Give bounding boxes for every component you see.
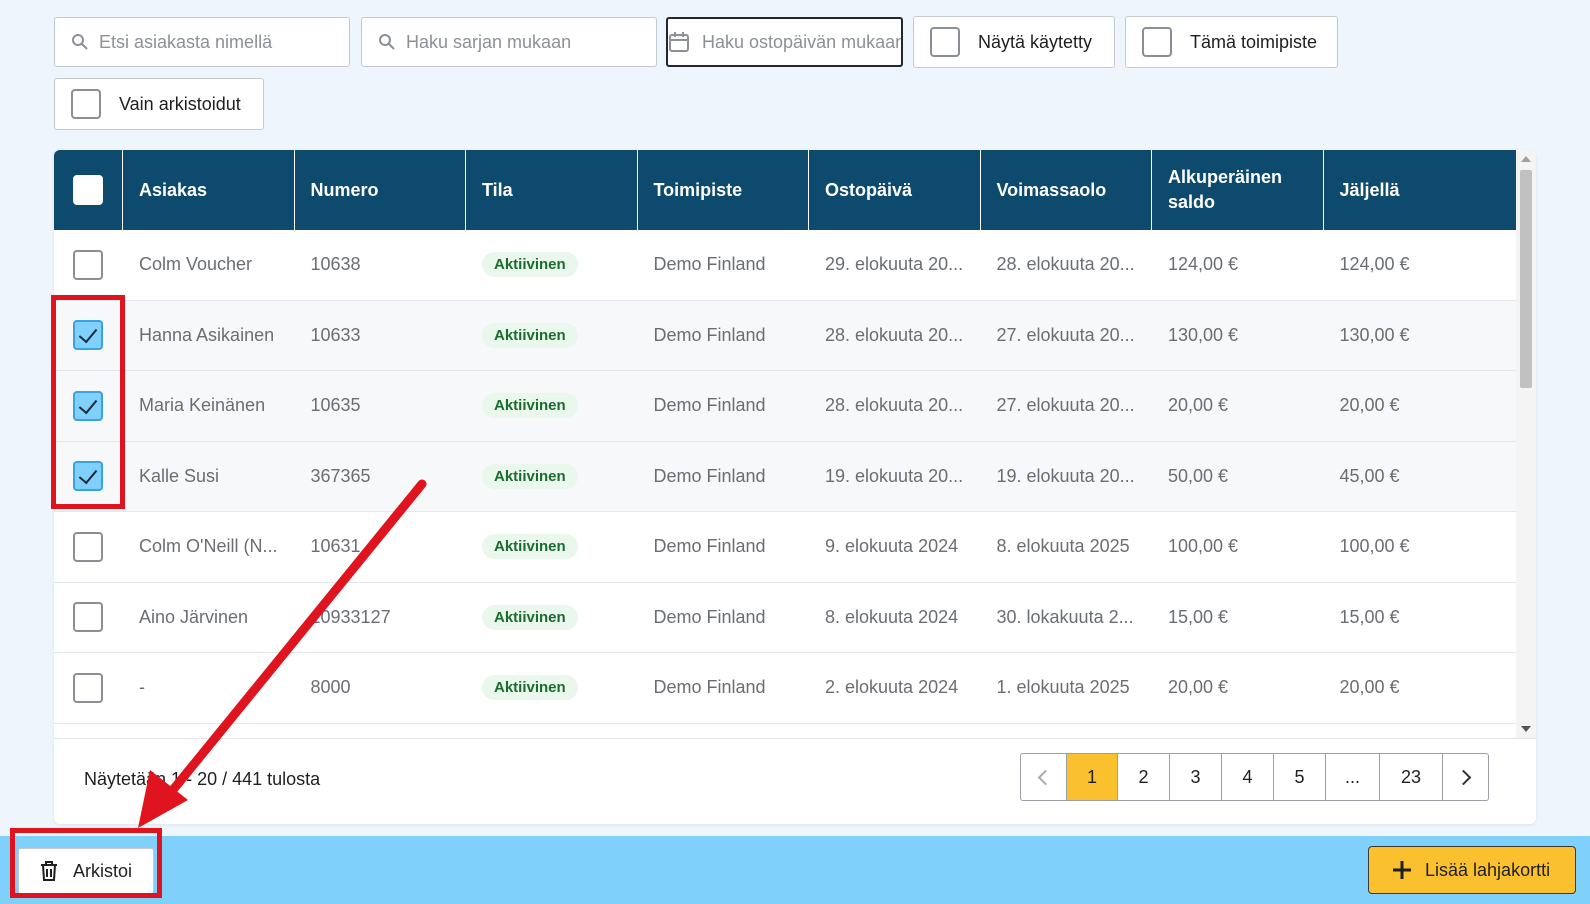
annotation-arrow-icon — [138, 479, 427, 828]
